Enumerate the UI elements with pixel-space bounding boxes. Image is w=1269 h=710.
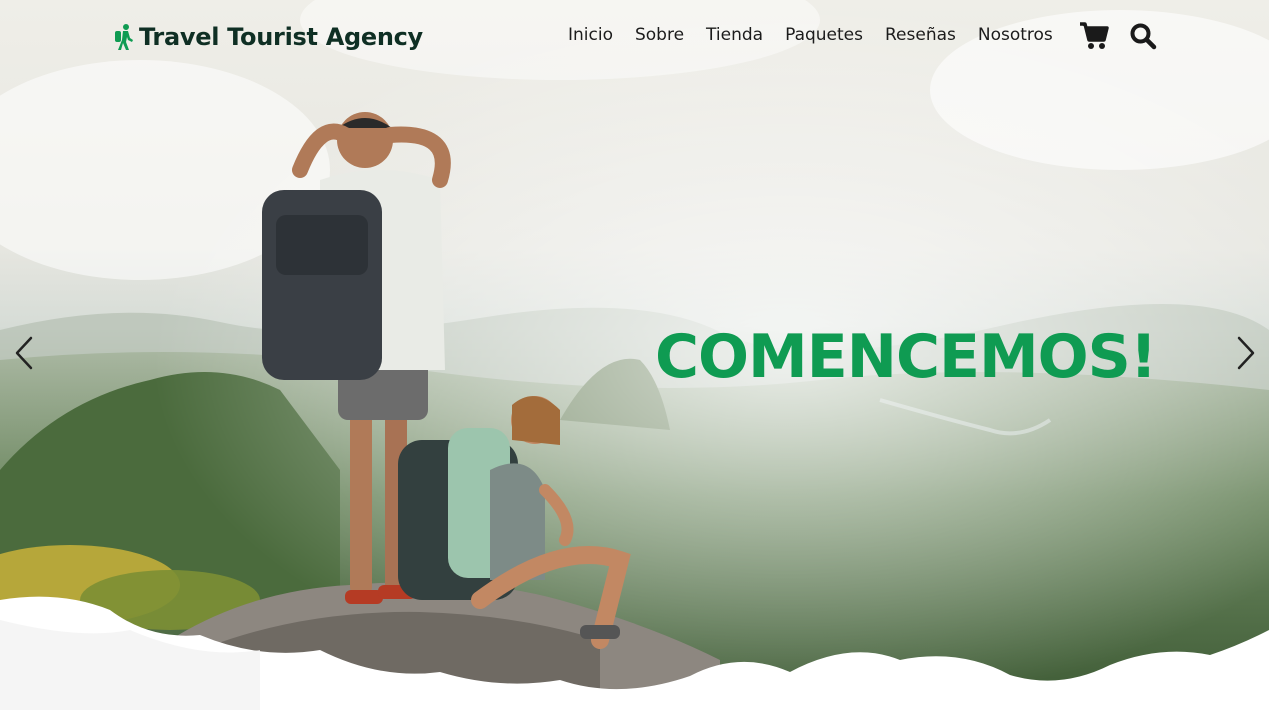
chevron-left-icon[interactable] bbox=[13, 336, 35, 370]
main-nav: Inicio Sobre Tienda Paquetes Reseñas Nos… bbox=[568, 25, 1053, 45]
nav-item-tienda[interactable]: Tienda bbox=[706, 25, 763, 45]
search-icon[interactable] bbox=[1129, 22, 1157, 55]
hero-headline: COMENCEMOS! bbox=[655, 322, 1157, 392]
hero-slider: Travel Tourist Agency Inicio Sobre Tiend… bbox=[0, 0, 1269, 710]
brand-logo[interactable]: Travel Tourist Agency bbox=[113, 20, 423, 54]
nav-item-sobre[interactable]: Sobre bbox=[635, 25, 684, 45]
nav-item-inicio[interactable]: Inicio bbox=[568, 25, 613, 45]
chevron-right-icon[interactable] bbox=[1235, 336, 1257, 370]
hiker-icon bbox=[113, 23, 135, 51]
nav-item-paquetes[interactable]: Paquetes bbox=[785, 25, 863, 45]
nav-item-nosotros[interactable]: Nosotros bbox=[978, 25, 1053, 45]
site-header: Travel Tourist Agency Inicio Sobre Tiend… bbox=[0, 0, 1269, 74]
shopping-cart-icon[interactable] bbox=[1079, 22, 1109, 55]
header-actions bbox=[1079, 22, 1157, 55]
brand-name: Travel Tourist Agency bbox=[139, 23, 423, 51]
nav-item-resenas[interactable]: Reseñas bbox=[885, 25, 956, 45]
